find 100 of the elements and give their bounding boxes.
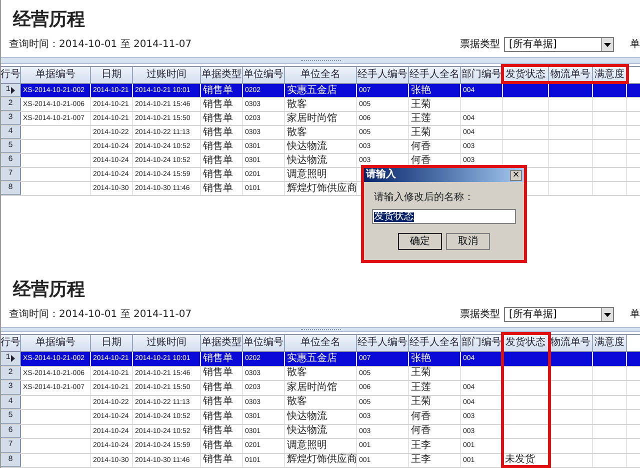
column-header[interactable]: 部门编号 xyxy=(461,67,503,83)
table-cell-text: 销售单 xyxy=(202,368,233,378)
table-cell-text: 销售单 xyxy=(202,170,233,180)
table-cell-text: 张艳 xyxy=(410,354,431,364)
table-cell-text: 何香 xyxy=(410,426,431,436)
table-cell-text: 王李 xyxy=(410,455,431,466)
column-header[interactable]: 日期 xyxy=(91,67,133,83)
splitter-bar[interactable] xyxy=(1,57,640,64)
table-cell-text: 王菊 xyxy=(410,368,431,378)
table-cell-text: 王菊 xyxy=(410,397,431,408)
table-cell-text: 何香 xyxy=(410,412,431,422)
column-header[interactable]: 经手人全名 xyxy=(409,335,461,351)
column-header[interactable]: 单位编号 xyxy=(243,335,285,351)
table-cell-text: 家居时尚馆 xyxy=(286,382,337,393)
column-header[interactable]: 单据编号 xyxy=(21,335,91,351)
row-number: 2 xyxy=(8,366,13,379)
table-cell-text: 销售单 xyxy=(202,86,233,96)
filter-label: 票据类型 xyxy=(460,308,500,322)
table-cell-text: 销售单 xyxy=(202,354,233,364)
page-title: 经营历程 xyxy=(12,278,85,302)
row-number: 8 xyxy=(8,182,13,194)
column-header[interactable]: 单位全名 xyxy=(285,67,357,83)
column-header[interactable]: 经手人编号 xyxy=(357,335,409,351)
table-cell-text: 散客 xyxy=(286,368,307,378)
table-cell-text: 辉煌灯饰供应商 xyxy=(286,184,357,194)
row-number: 5 xyxy=(8,410,13,422)
table-cell-text: 销售单 xyxy=(202,114,233,124)
table-cell-text: 快达物流 xyxy=(286,156,327,166)
column-header[interactable]: 行号 xyxy=(1,67,21,83)
table-cell-text: 散客 xyxy=(286,397,307,408)
table-cell-text: 快达物流 xyxy=(286,426,327,436)
table-cell-text: 家居时尚馆 xyxy=(286,114,337,124)
column-header[interactable]: 经手人全名 xyxy=(409,67,461,83)
table-cell-text: 销售单 xyxy=(202,426,233,436)
table-cell-text: 张艳 xyxy=(410,86,431,96)
column-header[interactable]: 过账时间 xyxy=(133,67,201,83)
table-cell-text: 王菊 xyxy=(410,128,431,138)
column-header[interactable]: 单位编号 xyxy=(243,67,285,83)
row-pointer-icon xyxy=(11,354,16,362)
table-cell-text: 散客 xyxy=(286,128,307,138)
row-number: 7 xyxy=(8,168,13,180)
table-cell-text: 辉煌灯饰供应商 xyxy=(286,455,357,466)
table-cell-text: 销售单 xyxy=(202,440,233,451)
row-number: 3 xyxy=(8,381,13,394)
filter-label: 票据类型 xyxy=(460,38,500,52)
row-number: 1 xyxy=(6,352,10,364)
row-number: 2 xyxy=(8,98,13,110)
row-number: 6 xyxy=(8,424,13,437)
splitter-bar[interactable] xyxy=(1,327,640,332)
dialog-title: 请输入 xyxy=(366,170,396,180)
column-header[interactable]: 发货状态 xyxy=(503,335,549,351)
column-header[interactable]: 经手人编号 xyxy=(357,67,409,83)
row-number: 4 xyxy=(8,126,13,138)
close-button[interactable]: × xyxy=(510,170,522,180)
column-header[interactable]: 部门编号 xyxy=(461,335,503,351)
row-number: 3 xyxy=(8,112,13,124)
dialog-button[interactable]: 确定 xyxy=(398,233,442,250)
column-header[interactable]: 物流单号 xyxy=(549,335,593,351)
table-cell-text: 调意照明 xyxy=(286,440,327,451)
table-cell-text: 销售单 xyxy=(202,128,233,138)
column-header[interactable]: 过账时间 xyxy=(133,335,201,351)
table-cell-text: 实惠五金店 xyxy=(286,86,337,96)
row-number: 7 xyxy=(8,439,13,452)
column-header[interactable]: 单据类型 xyxy=(201,335,243,351)
table-cell-text: 销售单 xyxy=(202,184,233,194)
filter-label: 单 xyxy=(630,308,640,322)
column-header[interactable]: 单据类型 xyxy=(201,67,243,83)
table-cell-text: 调意照明 xyxy=(286,170,327,180)
column-header[interactable]: 满意度 xyxy=(593,335,627,351)
column-header[interactable]: 日期 xyxy=(91,335,133,351)
row-number: 4 xyxy=(8,396,13,408)
column-header[interactable]: 单据编号 xyxy=(21,67,91,83)
page-title: 经营历程 xyxy=(12,8,85,32)
table-cell-text: 散客 xyxy=(286,100,307,110)
table-cell-text: 快达物流 xyxy=(286,412,327,422)
table-cell-text: 销售单 xyxy=(202,412,233,422)
table-cell-text: 王李 xyxy=(410,440,431,451)
table-cell-text: 销售单 xyxy=(202,455,233,466)
filter-label: 单 xyxy=(630,38,640,52)
filter-dropdown[interactable]: [所有单据] xyxy=(504,37,614,52)
row-number: 1 xyxy=(6,84,10,96)
table-cell-text: 销售单 xyxy=(202,142,233,152)
row-number: 6 xyxy=(8,154,13,166)
table-cell-text: 销售单 xyxy=(202,382,233,393)
table-cell-text: 何香 xyxy=(410,156,431,166)
column-header[interactable]: 单位全名 xyxy=(285,335,357,351)
row-pointer-icon xyxy=(11,86,16,94)
table-cell-text: 王莲 xyxy=(410,114,431,124)
table-cell-text: 王菊 xyxy=(410,100,431,110)
query-period: 查询时间：2014-10-01 至 2014-11-07 xyxy=(9,308,192,322)
column-header[interactable]: 行号 xyxy=(1,335,21,351)
query-period: 查询时间：2014-10-01 至 2014-11-07 xyxy=(9,38,192,52)
table-cell-text: 快达物流 xyxy=(286,142,327,152)
dialog-button[interactable]: 取消 xyxy=(446,233,490,250)
table-cell-text: 实惠五金店 xyxy=(286,354,337,364)
table-cell-text: 销售单 xyxy=(202,156,233,166)
filter-dropdown[interactable]: [所有单据] xyxy=(504,307,614,322)
row-number: 5 xyxy=(8,140,13,152)
table-cell-text: 销售单 xyxy=(202,100,233,110)
row-number: 8 xyxy=(8,454,13,466)
